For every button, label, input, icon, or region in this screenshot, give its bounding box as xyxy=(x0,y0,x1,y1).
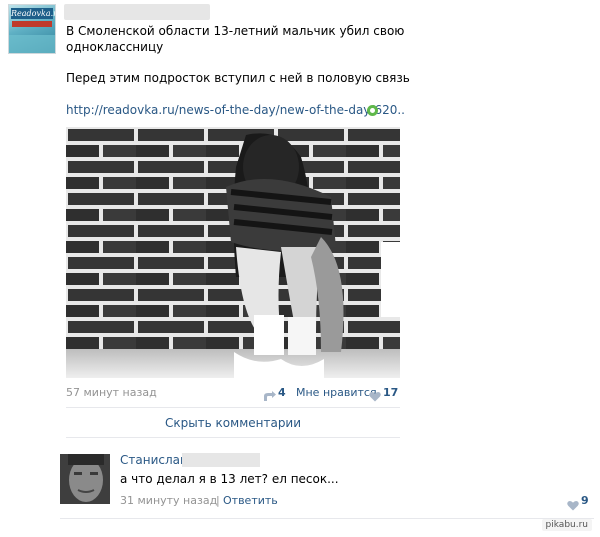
commenter-name[interactable]: Станислав xyxy=(120,453,187,467)
link-icon[interactable] xyxy=(367,105,378,116)
divider-top xyxy=(66,407,400,408)
like-count: 17 xyxy=(383,386,399,399)
pikabu-watermark: pikabu.ru xyxy=(541,519,592,531)
post-subtext: Перед этим подросток вступил с ней в пол… xyxy=(66,71,410,85)
post-headline-line2: одноклассницу xyxy=(66,40,164,54)
source-avatar[interactable]: Readovka.ru xyxy=(8,4,56,54)
post-headline-line1: В Смоленской области 13-летний мальчик у… xyxy=(66,24,405,38)
comment-like-count: 9 xyxy=(581,494,589,507)
reply-link[interactable]: Ответить xyxy=(223,494,278,508)
hide-comments-button[interactable]: Скрыть комментарии xyxy=(66,414,400,432)
redacted-surname xyxy=(182,453,260,467)
comment-time[interactable]: 31 минуту назад xyxy=(120,494,217,508)
divider-bottom xyxy=(60,518,594,519)
repost-count: 4 xyxy=(278,386,286,399)
post-time[interactable]: 57 минут назад xyxy=(66,386,157,400)
heart-icon[interactable] xyxy=(369,387,381,402)
repost-icon[interactable] xyxy=(263,387,277,401)
commenter-avatar[interactable] xyxy=(60,454,110,504)
comment-heart-icon[interactable] xyxy=(567,496,579,511)
post-photo[interactable] xyxy=(66,127,400,378)
comment-text: а что делал я в 13 лет? ел песок... xyxy=(120,472,339,486)
like-button-label[interactable]: Мне нравится xyxy=(296,386,377,400)
source-logo: Readovka.ru xyxy=(11,8,55,19)
redacted-source-name xyxy=(64,4,210,20)
divider-comments xyxy=(66,437,400,438)
logo-ribbon xyxy=(12,21,52,27)
photo-illustration xyxy=(66,127,400,378)
logo-wave xyxy=(9,35,55,53)
post-link[interactable]: http://readovka.ru/news-of-the-day/new-o… xyxy=(66,102,405,118)
comment-separator: | xyxy=(216,494,220,507)
